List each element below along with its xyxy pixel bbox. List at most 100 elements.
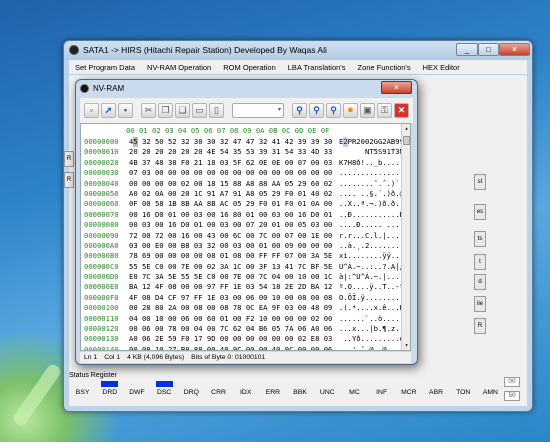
row-ascii[interactable]: U^À.~..:..?.A|¿^ (339, 262, 408, 272)
row-ascii[interactable]: ..X..ª.¬.)ð.ð... (339, 199, 408, 209)
row-ascii[interactable]: .(.*....x.ê...H. (339, 303, 408, 313)
row-ascii[interactable]: ................ (339, 168, 408, 178)
hex-row[interactable]: 00000030 07 03 00 00 00 00 00 00 00 00 00… (81, 168, 408, 178)
save-floppy-icon[interactable]: ▪ (118, 103, 133, 118)
menu-zone-functions[interactable]: Zone Function's (351, 63, 416, 72)
toolbar-dropdown[interactable]: ▾ (232, 103, 284, 118)
status-register-field-bottom[interactable]: 50 (504, 391, 520, 401)
hex-row[interactable]: 00000050 A0 02 0A 00 20 1C 91 A7 91 A8 05… (81, 189, 408, 199)
minimize-button[interactable]: _ (456, 43, 478, 56)
side-button-right-5[interactable]: d (474, 274, 486, 290)
hex-row[interactable]: 00000130 A0 06 2E 59 F0 17 9D 00 00 00 00… (81, 334, 408, 344)
hex-row[interactable]: 000000C0 55 5E C0 00 7E 00 02 3A 1C 00 3F… (81, 262, 408, 272)
row-hex-bytes[interactable]: 00 06 00 78 00 04 00 7C 62 04 B6 05 7A 0… (129, 324, 339, 334)
nvram-close-button[interactable]: × (381, 81, 412, 94)
row-hex-bytes[interactable]: 04 00 10 00 06 00 60 01 00 F2 10 00 00 0… (129, 314, 339, 324)
row-ascii[interactable]: O.ÔÏ.ÿ.......... (339, 293, 408, 303)
row-hex-bytes[interactable]: 4F 08 D4 CF 97 FF 1E 03 00 06 00 10 00 0… (129, 293, 339, 303)
row-ascii[interactable]: ..à.¸.2......... (339, 241, 408, 251)
row-ascii[interactable]: º.O....ÿ..T..-º. (339, 282, 408, 292)
hex-editor-pane[interactable]: 00 01 02 03 04 05 06 07 08 09 0A 0B 0C 0… (80, 123, 411, 351)
row-ascii[interactable]: à|:^U^À.~.|..... (339, 272, 408, 282)
new-document-icon[interactable]: ▫ (84, 103, 99, 118)
hex-row[interactable]: 00000100 00 28 80 2A 00 08 00 08 78 0C EA… (81, 303, 408, 313)
cut-scissors-icon[interactable]: ✂ (141, 103, 156, 118)
orange-circle-icon[interactable]: ● (343, 103, 358, 118)
hex-row[interactable]: 00000070 00 16 D0 01 00 03 00 16 80 01 00… (81, 210, 408, 220)
menu-rom-operation[interactable]: ROM Operation (217, 63, 282, 72)
row-ascii[interactable]: ...'¸ˆ.@..@.... (339, 345, 404, 350)
hex-row[interactable]: 00000080 00 03 00 16 D0 01 00 03 00 07 20… (81, 220, 408, 230)
row-ascii[interactable]: r.r...C.l.|..... (339, 231, 408, 241)
row-hex-bytes[interactable]: 00 08 10 27 B8 88 00 40 9C 00 00 40 9C 0… (129, 345, 339, 350)
row-ascii[interactable]: xi........ÿÿ..:^ (339, 251, 408, 261)
page-icon[interactable]: ▭ (192, 103, 207, 118)
row-ascii[interactable]: K7H8ð!.._b....... (339, 158, 410, 168)
side-button-right-1[interactable]: st (474, 174, 486, 190)
hex-row[interactable]: 00000040 00 00 00 00 02 00 18 15 88 A8 88… (81, 179, 404, 189)
row-ascii[interactable]: NT5S91T3M3 (339, 147, 408, 157)
find-binoculars-icon[interactable]: ⚲ (292, 103, 307, 118)
hex-row[interactable]: 000000F0 4F 08 D4 CF 97 FF 1E 03 00 06 00… (81, 293, 408, 303)
hex-row[interactable]: 000000B0 78 69 00 00 00 00 08 01 08 00 FF… (81, 251, 408, 261)
lock-icon[interactable]: ⚿ (377, 103, 392, 118)
paste-icon[interactable]: ❏ (175, 103, 190, 118)
side-button-right-6[interactable]: ile (474, 296, 486, 312)
scroll-down-icon[interactable]: ▾ (402, 341, 410, 350)
row-ascii[interactable]: ........ˆ.ˆ.)`. (339, 179, 404, 189)
side-button-left-1[interactable]: R (64, 151, 74, 167)
maximize-button[interactable]: □ (478, 43, 499, 56)
row-hex-bytes[interactable]: 55 5E C0 00 7E 00 02 3A 1C 00 3F 13 41 7… (129, 262, 339, 272)
row-hex-bytes[interactable]: 00 03 00 16 D0 01 00 03 00 07 20 01 00 0… (129, 220, 339, 230)
hex-row[interactable]: 00000060 0F 00 58 1B 8B AA 8B AC 05 29 F0… (81, 199, 408, 209)
close-button[interactable]: × (499, 43, 530, 56)
row-hex-bytes[interactable]: 00 28 80 2A 00 08 00 08 78 0C EA 9F 03 0… (129, 303, 339, 313)
page2-icon[interactable]: ▯ (209, 103, 224, 118)
row-hex-bytes[interactable]: A0 06 2E 59 F0 17 9D 00 00 00 00 00 00 0… (129, 334, 339, 344)
copy-icon[interactable]: ❐ (158, 103, 173, 118)
row-hex-bytes[interactable]: 00 16 D0 01 00 03 00 16 80 01 00 03 00 1… (129, 210, 339, 220)
row-hex-bytes[interactable]: 4B 37 48 38 F0 21 18 03 5F 62 0E 0E 00 0… (129, 158, 339, 168)
menu-nvram-operation[interactable]: NV-RAM Operation (141, 63, 217, 72)
row-hex-bytes[interactable]: 45 32 50 52 32 30 30 32 47 47 32 41 42 3… (129, 137, 339, 147)
row-ascii[interactable]: ...x...|b.¶.z. . (339, 324, 408, 334)
row-hex-bytes[interactable]: 0F 00 58 1B 8B AA 8B AC 05 29 F0 01 F0 0… (129, 199, 339, 209)
hex-row[interactable]: 000000E0 BA 12 4F 08 00 00 97 FF 1E 03 54… (81, 282, 408, 292)
side-button-right-3[interactable]: ts (474, 231, 486, 247)
side-button-left-2[interactable]: R (64, 172, 74, 188)
hex-row[interactable]: 000000A0 03 00 E0 00 B8 03 32 00 03 00 01… (81, 241, 408, 251)
row-ascii[interactable]: ......`..ò...... (339, 314, 408, 324)
delete-icon[interactable]: ✕ (394, 103, 409, 118)
row-hex-bytes[interactable]: 78 69 00 00 00 00 08 01 08 00 FF FF 07 0… (129, 251, 339, 261)
hex-row[interactable]: 00000000 45 32 50 52 32 30 30 32 47 47 32… (81, 137, 408, 147)
row-hex-bytes[interactable]: E0 7C 3A 5E 55 5E C0 00 7E 00 7C 04 00 1… (129, 272, 339, 282)
frame-icon[interactable]: ▣ (360, 103, 375, 118)
menu-hex-editor[interactable]: HEX Editor (417, 63, 466, 72)
row-hex-bytes[interactable]: 03 00 E0 00 B8 03 32 00 03 00 01 00 09 0… (129, 241, 339, 251)
find-next-icon[interactable]: ⚲ (326, 103, 341, 118)
row-hex-bytes[interactable]: BA 12 4F 08 00 00 97 FF 1E 03 54 18 2E 2… (129, 282, 339, 292)
row-ascii[interactable]: ..Ð...........Ð. (339, 210, 408, 220)
scroll-thumb[interactable] (403, 136, 410, 145)
hex-vertical-scrollbar[interactable]: ▴ ▾ (401, 124, 410, 350)
hex-row[interactable]: 00000020 4B 37 48 38 F0 21 18 03 5F 62 0E… (81, 158, 410, 168)
hex-row[interactable]: 00000010 20 20 20 20 20 20 4E 54 35 53 39… (81, 147, 408, 157)
row-ascii[interactable]: .... ..§.¨.)ð.@. (339, 189, 408, 199)
side-button-right-7[interactable]: R (474, 318, 486, 334)
row-ascii[interactable]: E2PR2002GG2AB990 (339, 137, 408, 147)
hex-row[interactable]: 000000D0 E0 7C 3A 5E 55 5E C0 00 7E 00 7C… (81, 272, 408, 282)
hex-row[interactable]: 00000090 72 00 72 00 16 00 43 00 6C 00 7C… (81, 231, 408, 241)
hex-row[interactable]: 00000140 00 08 10 27 B8 88 00 40 9C 00 00… (81, 345, 404, 350)
main-titlebar[interactable]: SATA1 -> HIRS (Hitachi Repair Station) D… (64, 41, 532, 60)
row-hex-bytes[interactable]: 07 03 00 00 00 00 00 00 00 00 00 00 00 0… (129, 168, 339, 178)
row-hex-bytes[interactable]: 20 20 20 20 20 20 4E 54 35 53 39 31 54 3… (129, 147, 339, 157)
menu-lba-translations[interactable]: LBA Translation's (282, 63, 352, 72)
status-register-field-top[interactable]: 00 (504, 377, 520, 387)
row-hex-bytes[interactable]: 00 00 00 00 02 00 18 15 88 A8 88 AA 05 2… (129, 179, 339, 189)
scroll-up-icon[interactable]: ▴ (402, 124, 410, 133)
cursor-icon[interactable]: ➚ (101, 103, 116, 118)
find-previous-icon[interactable]: ⚲ (309, 103, 324, 118)
menu-set-program-data[interactable]: Set Program Data (69, 63, 141, 72)
hex-row[interactable]: 00000120 00 06 00 78 00 04 00 7C 62 04 B6… (81, 324, 408, 334)
row-hex-bytes[interactable]: A0 02 0A 00 20 1C 91 A7 91 A8 05 29 F0 0… (129, 189, 339, 199)
